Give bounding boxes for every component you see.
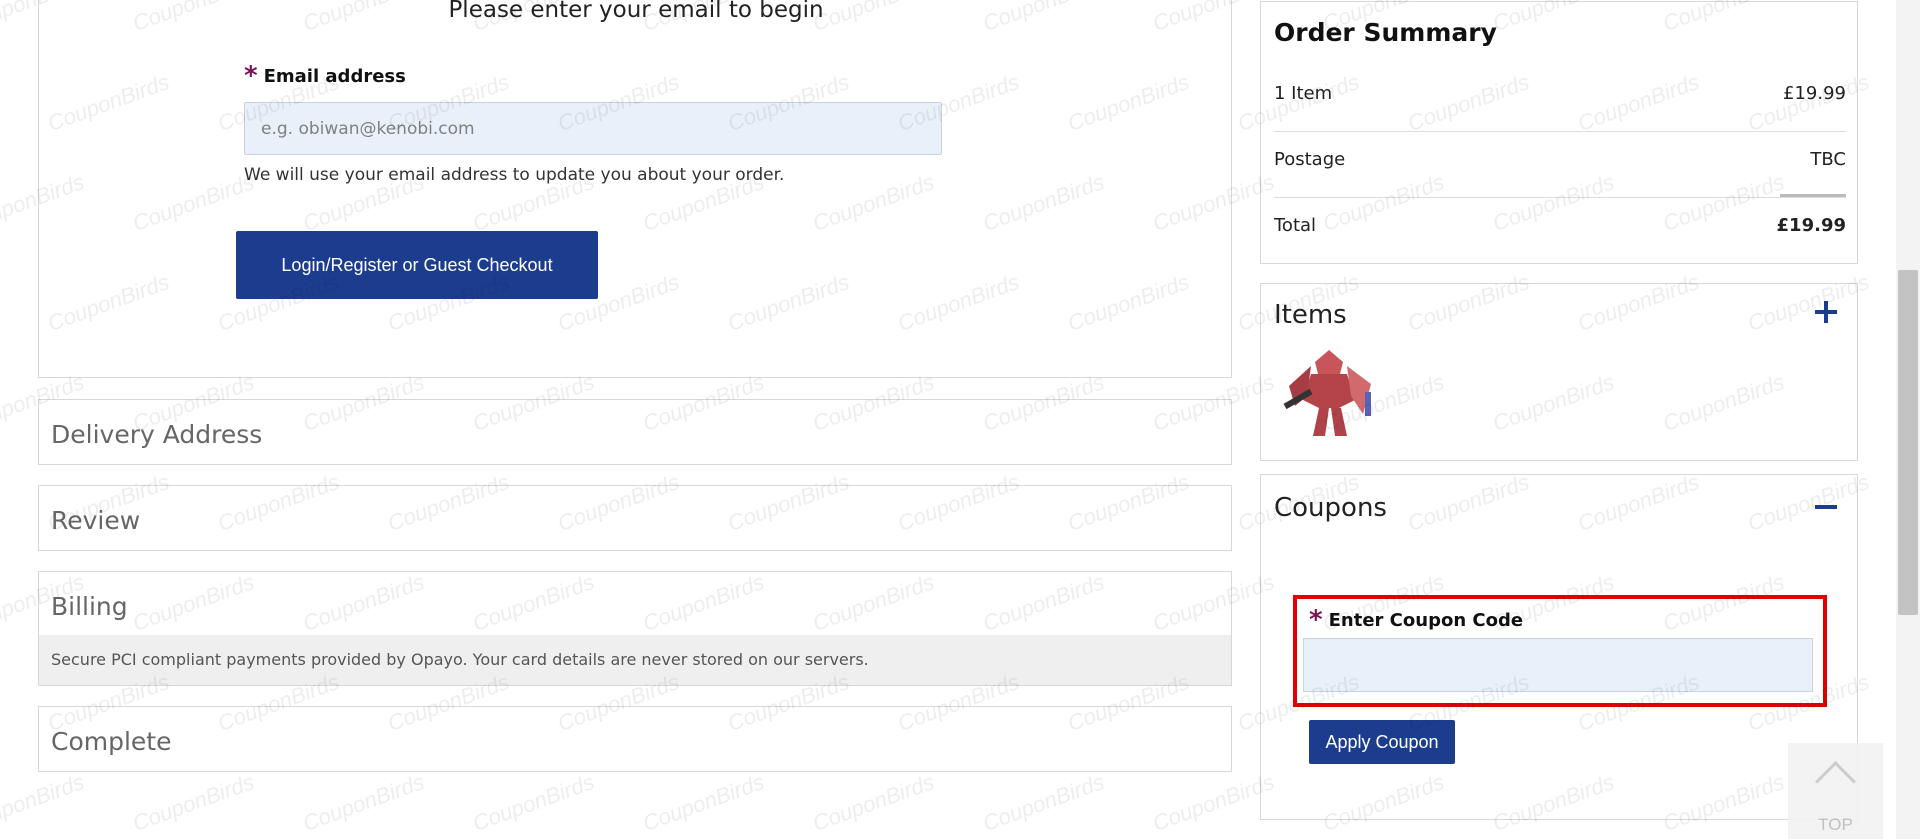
summary-row-postage: Postage TBC	[1274, 126, 1846, 192]
apply-coupon-button[interactable]: Apply Coupon	[1309, 720, 1455, 764]
step-delivery-address[interactable]: Delivery Address	[38, 399, 1232, 465]
back-to-top-label: TOP	[1818, 815, 1853, 834]
step-review[interactable]: Review	[38, 485, 1232, 551]
coupon-label: Enter Coupon Code	[1328, 609, 1524, 631]
minus-icon[interactable]	[1815, 505, 1837, 509]
step-title: Delivery Address	[51, 420, 263, 449]
step-title: Billing	[51, 592, 128, 621]
summary-value: £19.99	[1776, 214, 1846, 236]
watermark-text: CouponBirds	[1149, 769, 1278, 837]
watermark-text: CouponBirds	[979, 769, 1108, 837]
step-complete[interactable]: Complete	[38, 706, 1232, 772]
order-summary-panel: Order Summary 1 Item £19.99 Postage TBC …	[1260, 1, 1858, 264]
coupon-label-row: * Enter Coupon Code	[1309, 605, 1523, 635]
step-title: Complete	[51, 727, 172, 756]
email-panel: Please enter your email to begin	[38, 0, 1232, 378]
step-title: Review	[51, 506, 141, 535]
step-billing[interactable]: Billing Secure PCI compliant payments pr…	[38, 571, 1232, 686]
watermark-text: CouponBirds	[0, 769, 88, 837]
coupon-field-highlight: * Enter Coupon Code	[1293, 595, 1827, 707]
billing-note-bar: Secure PCI compliant payments provided b…	[39, 635, 1231, 685]
email-heading: Please enter your email to begin	[448, 0, 824, 23]
email-label: Email address	[263, 65, 406, 87]
summary-value: TBC	[1810, 148, 1846, 170]
summary-value: £19.99	[1783, 82, 1846, 104]
summary-label: 1 Item	[1274, 82, 1333, 104]
items-panel: Items	[1260, 283, 1858, 461]
coupons-title: Coupons	[1274, 493, 1387, 523]
summary-label: Postage	[1274, 148, 1346, 170]
required-asterisk: *	[1309, 605, 1323, 635]
chevron-up-icon	[1814, 760, 1857, 803]
watermark-text: CouponBirds	[469, 769, 598, 837]
billing-note: Secure PCI compliant payments provided b…	[51, 650, 869, 669]
summary-row-items: 1 Item £19.99	[1274, 60, 1846, 126]
scrollbar-thumb[interactable]	[1898, 270, 1918, 615]
plus-icon[interactable]	[1815, 301, 1837, 323]
watermark-text: CouponBirds	[809, 769, 938, 837]
coupon-code-input[interactable]	[1303, 638, 1813, 692]
watermark-text: CouponBirds	[639, 769, 768, 837]
product-thumbnail[interactable]	[1281, 344, 1377, 440]
items-title: Items	[1274, 300, 1347, 330]
order-summary-title: Order Summary	[1274, 18, 1497, 47]
email-input[interactable]	[244, 102, 942, 155]
watermark-text: CouponBirds	[129, 769, 258, 837]
required-asterisk: *	[244, 61, 258, 91]
email-note: We will use your email address to update…	[244, 165, 785, 185]
summary-row-total: Total £19.99	[1274, 192, 1846, 258]
email-label-row: * Email address	[244, 61, 406, 91]
coupons-panel: Coupons * Enter Coupon Code Apply Coupon	[1260, 474, 1858, 820]
watermark-text: CouponBirds	[299, 769, 428, 837]
summary-label: Total	[1274, 214, 1317, 236]
login-register-guest-button[interactable]: Login/Register or Guest Checkout	[236, 231, 598, 299]
back-to-top-button[interactable]: TOP	[1788, 743, 1883, 839]
